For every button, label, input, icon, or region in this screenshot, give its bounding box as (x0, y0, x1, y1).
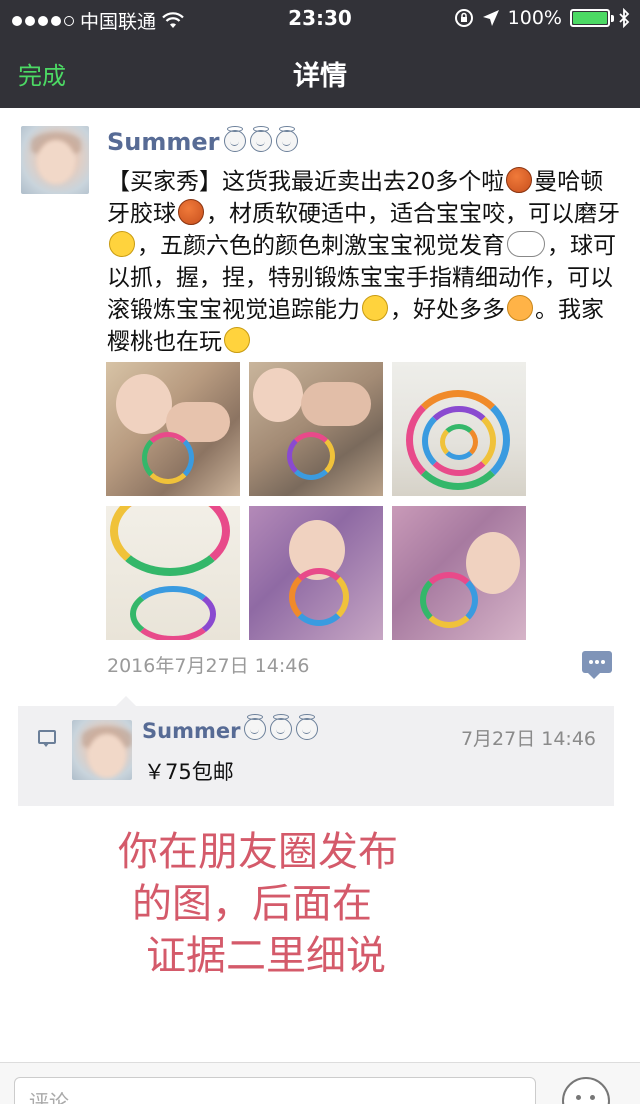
post-photo-5[interactable] (249, 506, 383, 640)
comment-section: Summer 7月27日 14:46 ￥75包邮 (18, 696, 614, 806)
post-photo-1[interactable] (106, 362, 240, 496)
comment-bar: 评论 (0, 1062, 640, 1104)
battery-percent: 100% (507, 7, 562, 29)
annotation-line-3: 证据二里细说 (146, 933, 386, 979)
comment-input[interactable]: 评论 (14, 1077, 536, 1104)
post-photo-4[interactable] (106, 506, 240, 640)
basketball-emoji-icon (178, 199, 204, 225)
avatar[interactable] (21, 126, 89, 194)
post-photo-3[interactable] (392, 362, 526, 496)
heart-eyes-emoji-icon (507, 295, 533, 321)
annotation-overlay: 你在朋友圈发布 的图，后面在 证据二里细说 (118, 826, 518, 982)
post-timestamp: 2016年7月27日 14:46 (107, 655, 310, 677)
lock-rotation-icon (454, 9, 473, 27)
grin-emoji-icon (109, 231, 135, 257)
comment-username[interactable]: Summer (142, 714, 319, 743)
post-photo-6[interactable] (392, 506, 526, 640)
battery-icon (570, 9, 614, 27)
bluetooth-icon (619, 8, 630, 28)
angel-emoji-icon (244, 714, 319, 740)
emoji-icon[interactable] (562, 1077, 610, 1104)
comment-text[interactable]: ￥75包邮 (144, 756, 234, 786)
eyes-emoji-icon (507, 231, 545, 257)
sunglasses-emoji-icon (362, 295, 388, 321)
grin-emoji-icon (224, 327, 250, 353)
comment-avatar[interactable] (72, 720, 132, 780)
angel-emoji-icon (223, 126, 298, 152)
status-right: 100% (454, 7, 630, 29)
annotation-line-2: 的图，后面在 (132, 881, 372, 927)
page-title: 详情 (293, 61, 347, 92)
location-arrow-icon (482, 10, 499, 26)
comment-bubble-icon (38, 730, 56, 747)
status-bar: 中国联通 23:30 100% (0, 0, 640, 36)
post-text: 【买家秀】这货我最近卖出去20多个啦 曼哈顿牙胶球 ，材质软硬适中，适合宝宝咬，可以… (107, 167, 620, 355)
post-username[interactable]: Summer (107, 126, 298, 156)
comment-timestamp: 7月27日 14:46 (460, 728, 596, 750)
basketball-emoji-icon (506, 167, 533, 193)
nav-bar: 完成 详情 (0, 36, 640, 108)
post-photo-2[interactable] (249, 362, 383, 496)
annotation-line-1: 你在朋友圈发布 (118, 829, 398, 875)
comment-more-icon[interactable] (582, 651, 612, 679)
